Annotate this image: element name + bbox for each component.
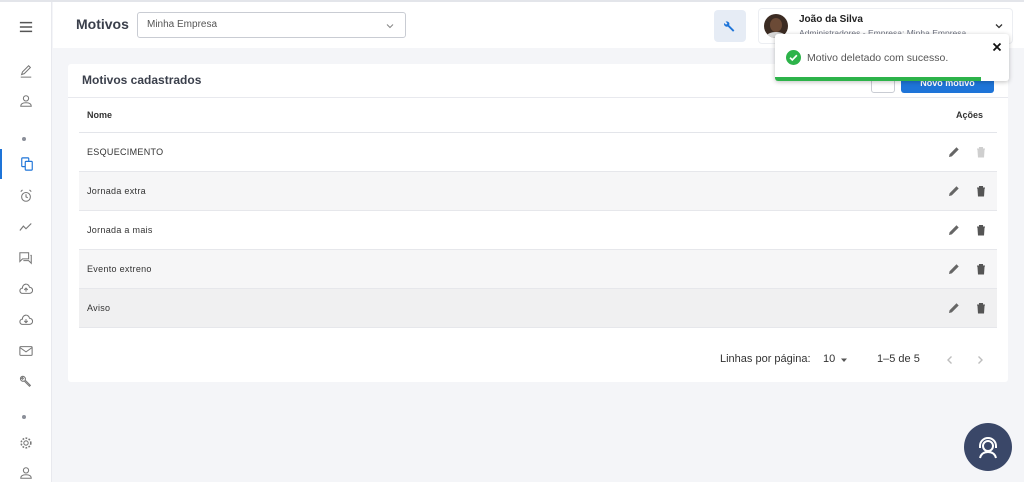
delete-icon[interactable] <box>975 263 987 275</box>
support-agent-icon <box>979 437 997 459</box>
edit-icon[interactable] <box>948 263 960 275</box>
alarm-icon[interactable] <box>0 181 52 211</box>
separator-dot <box>22 137 26 141</box>
trend-icon[interactable] <box>0 212 52 242</box>
reasons-card: Motivos cadastrados Novo motivo Nome Açõ… <box>68 64 1008 382</box>
delete-icon[interactable] <box>975 185 987 197</box>
chevron-down-icon <box>995 24 1003 29</box>
caret-down-icon[interactable] <box>839 355 849 365</box>
reason-name: Aviso <box>87 303 111 313</box>
card-title: Motivos cadastrados <box>82 73 202 87</box>
table-row: ESQUECIMENTO <box>79 133 997 172</box>
chevron-right-icon[interactable] <box>975 355 985 365</box>
reason-name: Jornada extra <box>87 186 146 196</box>
documents-icon[interactable] <box>0 149 52 179</box>
company-select-value: Minha Empresa <box>147 19 218 30</box>
delete-icon[interactable] <box>975 224 987 236</box>
delete-icon[interactable] <box>975 302 987 314</box>
edit-icon[interactable] <box>948 146 960 158</box>
chevron-left-icon[interactable] <box>945 355 955 365</box>
reason-name: ESQUECIMENTO <box>87 147 164 157</box>
wrench-icon <box>724 21 735 32</box>
table-header: Nome Ações <box>79 98 997 133</box>
chevron-down-icon <box>386 24 394 29</box>
table-row: Jornada a mais <box>79 211 997 250</box>
help-button[interactable] <box>964 423 1012 471</box>
page-range: 1–5 de 5 <box>877 353 920 365</box>
edit-icon[interactable] <box>948 185 960 197</box>
toast-progress-bar <box>775 77 981 81</box>
mail-icon[interactable] <box>0 336 52 366</box>
tools-button[interactable] <box>714 10 746 42</box>
sidebar <box>0 2 52 482</box>
chat-icon[interactable] <box>0 243 52 273</box>
reason-name: Evento extreno <box>87 264 152 274</box>
separator-dot <box>22 415 26 419</box>
edit-icon[interactable] <box>948 302 960 314</box>
cloud-upload-icon[interactable] <box>0 274 52 304</box>
success-toast: Motivo deletado com sucesso. <box>775 34 1009 81</box>
user-name: João da Silva <box>799 14 863 25</box>
close-icon[interactable] <box>992 42 1002 52</box>
person-icon[interactable] <box>0 458 52 482</box>
delete-icon <box>977 146 985 158</box>
company-select[interactable]: Minha Empresa <box>137 12 406 38</box>
pencil-icon[interactable] <box>0 56 52 86</box>
table-row: Jornada extra <box>79 172 997 211</box>
edit-icon[interactable] <box>948 224 960 236</box>
gear-icon[interactable] <box>0 428 52 458</box>
rows-per-page-select[interactable]: 10 <box>823 353 835 365</box>
table-row: Evento extreno <box>79 250 997 289</box>
column-header-actions: Ações <box>956 110 984 120</box>
table-row: Aviso <box>79 289 997 328</box>
cloud-download-icon[interactable] <box>0 305 52 335</box>
toast-message: Motivo deletado com sucesso. <box>807 52 949 64</box>
reason-name: Jornada a mais <box>87 225 153 235</box>
wrench-icon[interactable] <box>0 366 52 396</box>
page-title: Motivos <box>76 16 129 32</box>
check-circle-icon <box>786 50 801 65</box>
rows-per-page-label: Linhas por página: <box>720 353 811 365</box>
person-icon[interactable] <box>0 86 52 116</box>
column-header-name: Nome <box>87 110 113 120</box>
menu-icon[interactable] <box>0 12 52 42</box>
